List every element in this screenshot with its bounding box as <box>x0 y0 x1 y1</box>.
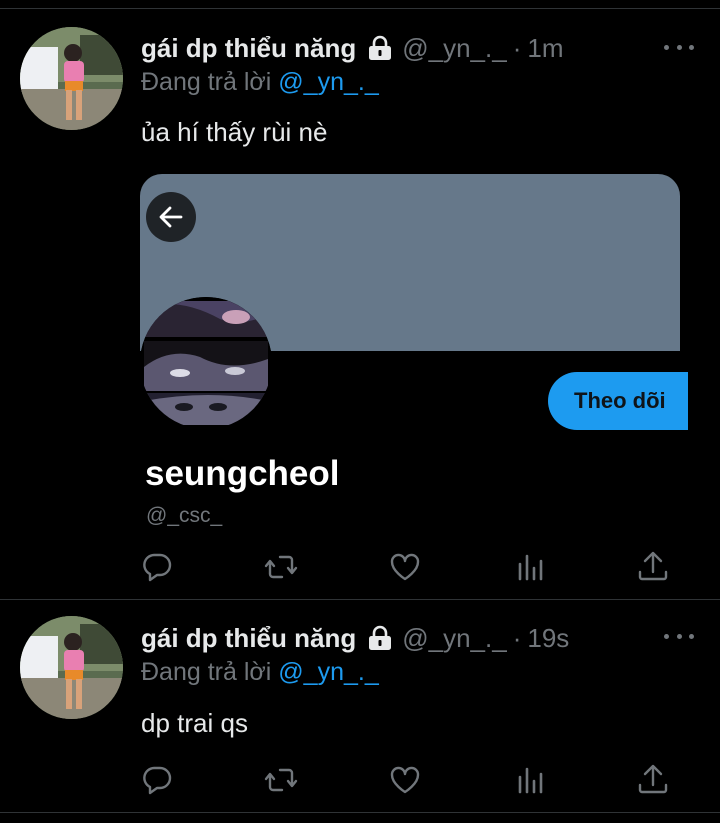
separator: · <box>512 622 522 653</box>
author-name[interactable]: gái dp thiểu năng <box>141 623 356 654</box>
reply-icon[interactable] <box>140 550 174 584</box>
tweet-text: ủa hí thấy rùi nè <box>141 117 328 147</box>
like-icon[interactable] <box>388 763 422 797</box>
tweet-text: dp trai qs <box>141 708 248 738</box>
reply-prefix: Đang trả lời <box>141 68 272 96</box>
tweet-1[interactable]: gái dp thiểu năng @_yn_._ · 1m Đang trả … <box>0 0 720 598</box>
reply-icon[interactable] <box>140 763 174 797</box>
reply-context: Đang trả lời @_yn_._ <box>141 658 379 687</box>
lock-icon <box>368 35 392 61</box>
author-name[interactable]: gái dp thiểu năng <box>141 33 356 64</box>
tweet-actions <box>140 763 670 797</box>
back-arrow-icon[interactable] <box>146 192 196 242</box>
timestamp[interactable]: 1m <box>527 33 563 64</box>
author-handle: @_yn_._ <box>402 622 507 653</box>
tweet-header: gái dp thiểu năng @_yn_._ · 1m <box>141 28 563 68</box>
share-icon[interactable] <box>636 763 670 797</box>
tweet-actions <box>140 550 670 584</box>
author-avatar[interactable] <box>20 27 123 130</box>
reply-mention[interactable]: @_yn_._ <box>278 658 378 686</box>
share-icon[interactable] <box>636 550 670 584</box>
follow-button[interactable]: Theo dõi <box>548 372 688 430</box>
reply-prefix: Đang trả lời <box>141 658 272 686</box>
profile-display-name: seungcheol <box>145 454 340 493</box>
retweet-icon[interactable] <box>264 550 298 584</box>
tweet-2[interactable]: gái dp thiểu năng @_yn_._ · 19s Đang trả… <box>0 600 720 812</box>
lock-icon <box>368 625 392 651</box>
reply-context: Đang trả lời @_yn_._ <box>141 68 379 97</box>
more-icon[interactable] <box>664 37 694 57</box>
tweet-header: gái dp thiểu năng @_yn_._ · 19s <box>141 618 569 658</box>
timestamp[interactable]: 19s <box>527 623 569 654</box>
bottom-divider <box>0 812 720 813</box>
profile-card[interactable]: Theo dõi seungcheol @_csc_ <box>140 174 688 527</box>
views-icon[interactable] <box>514 763 548 797</box>
like-icon[interactable] <box>388 550 422 584</box>
profile-handle: @_csc_ <box>146 504 223 527</box>
more-icon[interactable] <box>664 626 694 646</box>
separator: · <box>512 32 522 63</box>
author-handle: @_yn_._ <box>402 32 507 63</box>
retweet-icon[interactable] <box>264 763 298 797</box>
profile-avatar[interactable] <box>140 297 272 429</box>
author-avatar[interactable] <box>20 616 123 719</box>
views-icon[interactable] <box>514 550 548 584</box>
reply-mention[interactable]: @_yn_._ <box>278 68 378 96</box>
